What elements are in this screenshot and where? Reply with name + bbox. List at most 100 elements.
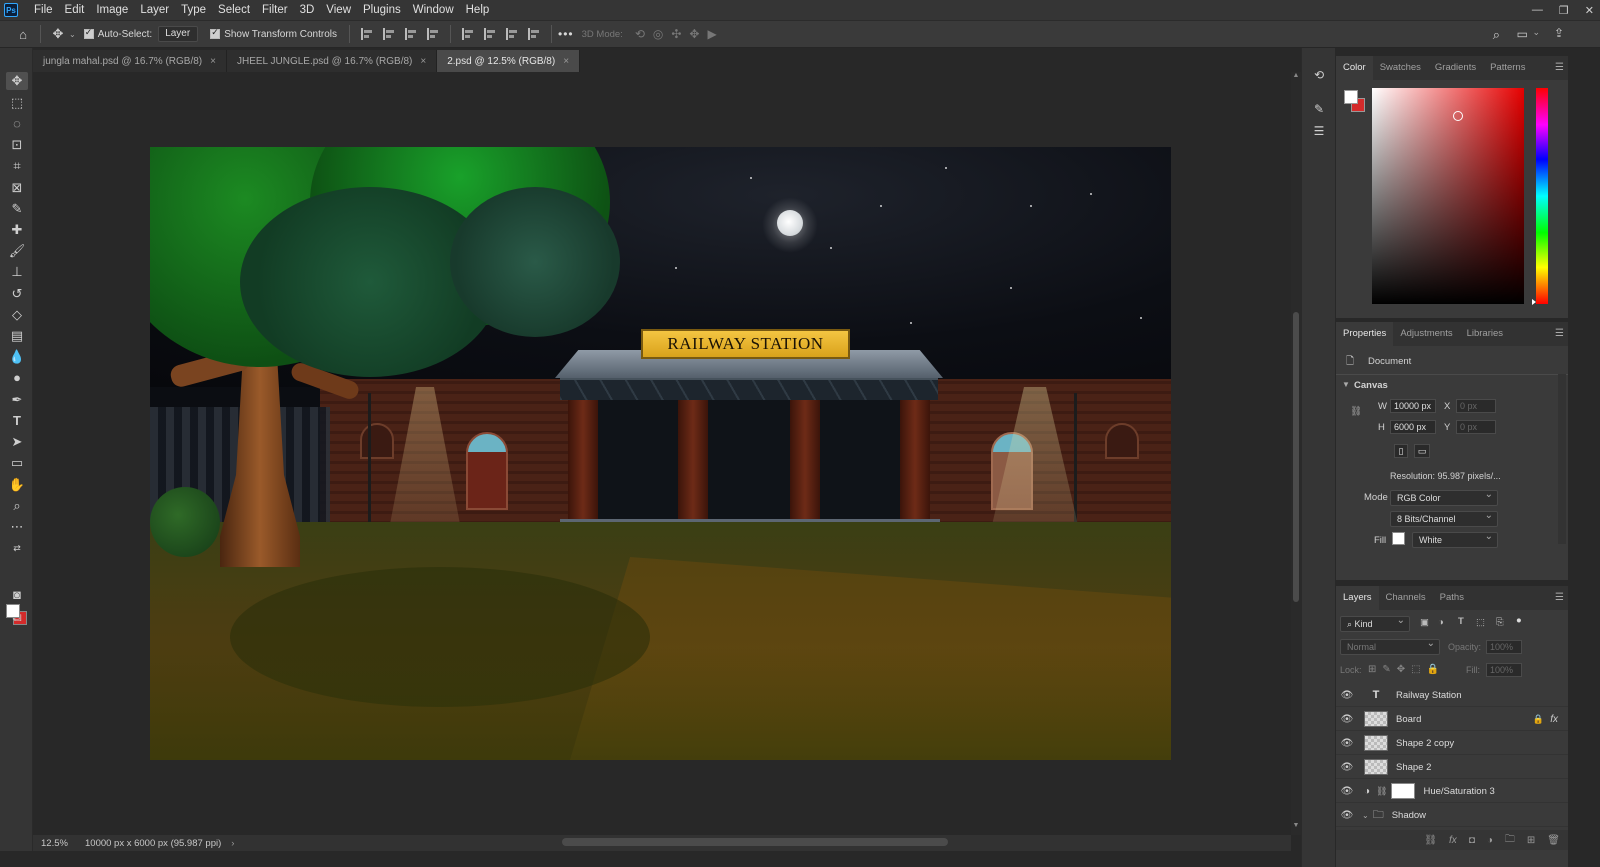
- horizontal-scroll-thumb[interactable]: [562, 838, 948, 846]
- height-field[interactable]: 6000 px: [1390, 420, 1436, 434]
- delete-layer-icon[interactable]: 🗑: [1547, 835, 1560, 846]
- visibility-eye-icon[interactable]: 👁: [1336, 786, 1358, 797]
- filter-adjustment-icon[interactable]: ◑: [1438, 617, 1444, 628]
- properties-scrollbar[interactable]: [1558, 374, 1566, 544]
- auto-select-dropdown[interactable]: Layer: [158, 26, 199, 42]
- tab-channels[interactable]: Channels: [1379, 586, 1433, 610]
- distribute-vertical-icon[interactable]: [427, 28, 439, 40]
- hue-slider[interactable]: [1536, 88, 1548, 304]
- brush-settings-icon[interactable]: ✎: [1310, 102, 1328, 118]
- clone-stamp-tool-icon[interactable]: ⊥: [6, 263, 28, 281]
- brush-tool-icon[interactable]: 🖌: [6, 242, 28, 260]
- panel-menu-icon[interactable]: ☰: [1555, 62, 1564, 73]
- layer-row[interactable]: 👁 ◑ ⛓ Hue/Saturation 3: [1336, 780, 1568, 803]
- bit-depth-dropdown[interactable]: 8 Bits/Channel: [1390, 509, 1498, 527]
- move-tool-preset-icon[interactable]: ✥: [47, 26, 69, 42]
- landscape-orientation-icon[interactable]: ▭: [1414, 444, 1430, 458]
- menu-edit[interactable]: Edit: [59, 0, 91, 20]
- tab-paths[interactable]: Paths: [1433, 586, 1471, 610]
- eraser-tool-icon[interactable]: ◇: [6, 306, 28, 324]
- add-style-icon[interactable]: fx: [1449, 835, 1457, 846]
- saturation-brightness-picker[interactable]: [1372, 88, 1524, 304]
- tab-jheel-jungle[interactable]: JHEEL JUNGLE.psd @ 16.7% (RGB/8) ×: [226, 50, 438, 72]
- lasso-tool-icon[interactable]: ◌: [6, 115, 28, 133]
- zoom-tool-icon[interactable]: ⌕: [6, 497, 28, 515]
- align-left-icon[interactable]: [361, 28, 373, 40]
- eyedropper-tool-icon[interactable]: ✎: [6, 200, 28, 218]
- quick-mask-icon[interactable]: ◙: [6, 586, 28, 604]
- home-icon[interactable]: ⌂: [12, 27, 34, 42]
- filter-smart-object-icon[interactable]: ⎘: [1496, 617, 1504, 628]
- rectangle-tool-icon[interactable]: ▭: [6, 454, 28, 472]
- y-field[interactable]: 0 px: [1456, 420, 1496, 434]
- menu-help[interactable]: Help: [460, 0, 496, 20]
- layer-row[interactable]: 👁 Shape 2 copy: [1336, 732, 1568, 755]
- layer-row[interactable]: 👁 Board 🔒 fx: [1336, 708, 1568, 731]
- layer-row[interactable]: 👁 Shape 2: [1336, 756, 1568, 779]
- visibility-eye-icon[interactable]: 👁: [1336, 714, 1358, 725]
- tab-swatches[interactable]: Swatches: [1373, 56, 1428, 80]
- pan-3d-icon[interactable]: ✣: [671, 27, 681, 41]
- new-group-icon[interactable]: 🗀: [1505, 832, 1515, 849]
- new-fill-layer-icon[interactable]: ◑: [1487, 835, 1493, 846]
- distribute-horizontal-icon[interactable]: [528, 28, 540, 40]
- tab-layers[interactable]: Layers: [1336, 586, 1379, 610]
- slide-3d-icon[interactable]: ✥: [689, 27, 699, 41]
- layer-filter-dropdown[interactable]: ⌕ Kind: [1340, 614, 1410, 632]
- layer-row[interactable]: 👁 T Railway Station: [1336, 684, 1568, 707]
- align-middle-icon[interactable]: [484, 28, 496, 40]
- portrait-orientation-icon[interactable]: ▯: [1394, 444, 1408, 458]
- restore-icon[interactable]: ❐: [1559, 4, 1569, 17]
- visibility-eye-icon[interactable]: 👁: [1336, 810, 1358, 821]
- filter-pixel-icon[interactable]: ▣: [1420, 617, 1429, 628]
- color-mode-dropdown[interactable]: RGB Color: [1390, 488, 1498, 506]
- auto-select-checkbox[interactable]: [83, 27, 94, 39]
- share-icon[interactable]: ⇪: [1554, 26, 1564, 40]
- menu-plugins[interactable]: Plugins: [357, 0, 407, 20]
- scroll-down-icon[interactable]: ▼: [1291, 822, 1301, 829]
- visibility-eye-icon[interactable]: 👁: [1336, 690, 1358, 701]
- frame-tool-icon[interactable]: ⊠: [6, 179, 28, 197]
- blur-tool-icon[interactable]: 💧: [6, 348, 28, 366]
- chevron-down-icon[interactable]: ⌄: [1362, 811, 1369, 820]
- tab-adjustments[interactable]: Adjustments: [1393, 322, 1459, 346]
- tab-properties[interactable]: Properties: [1336, 322, 1394, 346]
- tab-libraries[interactable]: Libraries: [1460, 322, 1510, 346]
- lock-options-icons[interactable]: ⊞✎✥⬚🔒: [1368, 664, 1445, 675]
- status-menu-arrow-icon[interactable]: ›: [231, 838, 234, 849]
- menu-3d[interactable]: 3D: [294, 0, 321, 20]
- chevron-down-icon[interactable]: ⌄: [69, 30, 76, 39]
- adjust-sliders-icon[interactable]: ☰: [1310, 124, 1328, 140]
- menu-image[interactable]: Image: [90, 0, 134, 20]
- align-right-icon[interactable]: [405, 28, 417, 40]
- menu-filter[interactable]: Filter: [256, 0, 294, 20]
- x-field[interactable]: 0 px: [1456, 399, 1496, 413]
- fill-dropdown[interactable]: White: [1412, 530, 1498, 548]
- menu-type[interactable]: Type: [175, 0, 212, 20]
- chevron-down-icon[interactable]: ▼: [1342, 380, 1350, 389]
- link-layers-icon[interactable]: ⛓: [1424, 835, 1437, 846]
- close-icon[interactable]: ×: [420, 56, 426, 67]
- opacity-field[interactable]: 100%: [1486, 640, 1522, 654]
- edit-toolbar-icon[interactable]: ⋯: [6, 518, 28, 536]
- foreground-color-swatch[interactable]: [1344, 90, 1358, 104]
- transform-controls-checkbox[interactable]: [210, 27, 221, 39]
- menu-layer[interactable]: Layer: [134, 0, 175, 20]
- healing-brush-tool-icon[interactable]: ✚: [6, 221, 28, 239]
- marquee-tool-icon[interactable]: ⬚: [6, 94, 28, 112]
- visibility-eye-icon[interactable]: 👁: [1336, 738, 1358, 749]
- add-mask-icon[interactable]: ◘: [1469, 835, 1475, 846]
- crop-tool-icon[interactable]: ⌗: [6, 157, 28, 175]
- fill-color-swatch[interactable]: [1392, 532, 1405, 545]
- tab-gradients[interactable]: Gradients: [1428, 56, 1483, 80]
- move-tool-icon[interactable]: ✥: [6, 72, 28, 90]
- camera-3d-icon[interactable]: ▶: [707, 27, 716, 41]
- menu-file[interactable]: File: [28, 0, 59, 20]
- history-brush-tool-icon[interactable]: ↺: [6, 285, 28, 303]
- align-center-icon[interactable]: [383, 28, 395, 40]
- object-selection-tool-icon[interactable]: ⊡: [6, 136, 28, 154]
- blend-mode-dropdown[interactable]: Normal: [1340, 637, 1440, 655]
- tab-patterns[interactable]: Patterns: [1483, 56, 1532, 80]
- color-picker-cursor[interactable]: [1453, 111, 1463, 121]
- type-tool-icon[interactable]: T: [6, 412, 28, 430]
